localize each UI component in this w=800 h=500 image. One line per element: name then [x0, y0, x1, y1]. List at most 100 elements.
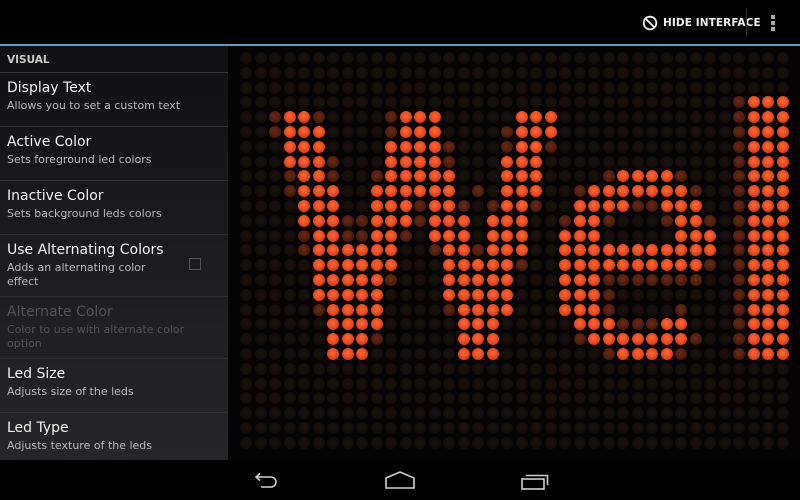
led-dot [675, 288, 687, 301]
led-dot [559, 422, 571, 434]
led-dot [675, 392, 687, 405]
led-dot [269, 259, 281, 272]
led-dot [356, 170, 368, 183]
led-dot [675, 170, 687, 183]
led-dot [515, 348, 528, 360]
led-dot [530, 362, 542, 375]
led-dot [414, 392, 426, 405]
led-dot [298, 155, 310, 168]
led-dot [486, 111, 499, 124]
led-dot [776, 66, 789, 79]
led-dot [588, 392, 600, 405]
led-dot [660, 244, 673, 257]
led-dot [341, 229, 354, 242]
led-dot [269, 111, 281, 124]
pref-display-text[interactable]: Display Text Allows you to set a custom … [0, 73, 228, 127]
led-dot [631, 155, 644, 168]
led-dot [747, 348, 760, 360]
recent-apps-icon[interactable] [519, 470, 551, 492]
led-dot [675, 111, 687, 124]
led-dot [675, 274, 687, 286]
pref-summary: Sets foreground led colors [7, 153, 152, 166]
led-dot [443, 126, 455, 138]
pref-active-color[interactable]: Active Color Sets foreground led colors [0, 127, 228, 181]
led-dot [269, 96, 281, 109]
led-dot [733, 288, 745, 301]
led-dot [312, 348, 325, 360]
led-dot [660, 377, 673, 390]
led-dot [486, 303, 499, 316]
led-dot [617, 436, 629, 449]
led-dot [414, 170, 426, 183]
led-dot [269, 333, 281, 346]
led-dot [312, 259, 325, 272]
led-dot [530, 303, 542, 316]
led-dot [298, 303, 310, 316]
led-dot [559, 214, 571, 227]
led-dot [472, 362, 484, 375]
hide-interface-button[interactable]: HIDE INTERFACE [642, 11, 761, 35]
led-dot [602, 200, 615, 212]
led-dot [486, 155, 499, 168]
led-dot [312, 155, 325, 168]
pref-led-size[interactable]: Led Size Adjusts size of the leds [0, 359, 228, 413]
led-dot [312, 333, 325, 346]
led-dot [486, 422, 499, 434]
back-icon[interactable] [249, 470, 281, 492]
led-dot [356, 111, 368, 124]
led-dot [283, 185, 296, 198]
led-dot [443, 436, 455, 449]
led-dot [283, 318, 296, 331]
led-dot [646, 52, 658, 64]
led-dot [472, 96, 484, 109]
led-dot [573, 140, 586, 153]
alternating-colors-checkbox[interactable] [189, 258, 201, 270]
led-dot [472, 140, 484, 153]
home-icon[interactable] [384, 470, 416, 492]
led-dot [559, 333, 571, 346]
led-dot [588, 81, 600, 94]
led-dot [472, 229, 484, 242]
overflow-menu-button[interactable] [766, 12, 780, 34]
led-dot [414, 81, 426, 94]
led-dot [370, 436, 383, 449]
led-dot [776, 318, 789, 331]
led-dot [443, 52, 455, 64]
led-dot [385, 244, 397, 257]
led-dot [660, 333, 673, 346]
led-dot [472, 214, 484, 227]
led-dot [762, 170, 774, 183]
led-dot [689, 333, 702, 346]
led-dot [414, 214, 426, 227]
pref-use-alternating-colors[interactable]: Use Alternating Colors Adds an alternati… [0, 235, 228, 297]
led-dot [660, 318, 673, 331]
led-dot [428, 259, 441, 272]
led-dot [559, 436, 571, 449]
overflow-menu-icon [771, 15, 775, 19]
led-dot [399, 362, 412, 375]
led-dot [588, 229, 600, 242]
led-dot [515, 66, 528, 79]
led-dot [283, 52, 296, 64]
pref-led-type[interactable]: Led Type Adjusts texture of the leds [0, 413, 228, 460]
led-dot [617, 185, 629, 198]
led-dot [385, 170, 397, 183]
led-dot [327, 392, 339, 405]
led-dot [530, 244, 542, 257]
led-dot [501, 81, 513, 94]
led-dot [544, 52, 557, 64]
led-dot [631, 140, 644, 153]
led-dot [472, 333, 484, 346]
led-dot [530, 185, 542, 198]
led-dot [443, 111, 455, 124]
led-dot [776, 96, 789, 109]
led-dot [602, 318, 615, 331]
led-dot [617, 66, 629, 79]
led-dot [457, 259, 470, 272]
led-dot [298, 96, 310, 109]
led-dot [776, 126, 789, 138]
led-dot [341, 185, 354, 198]
pref-inactive-color[interactable]: Inactive Color Sets background leds colo… [0, 181, 228, 235]
led-dot [544, 214, 557, 227]
system-nav-bar [0, 460, 800, 500]
